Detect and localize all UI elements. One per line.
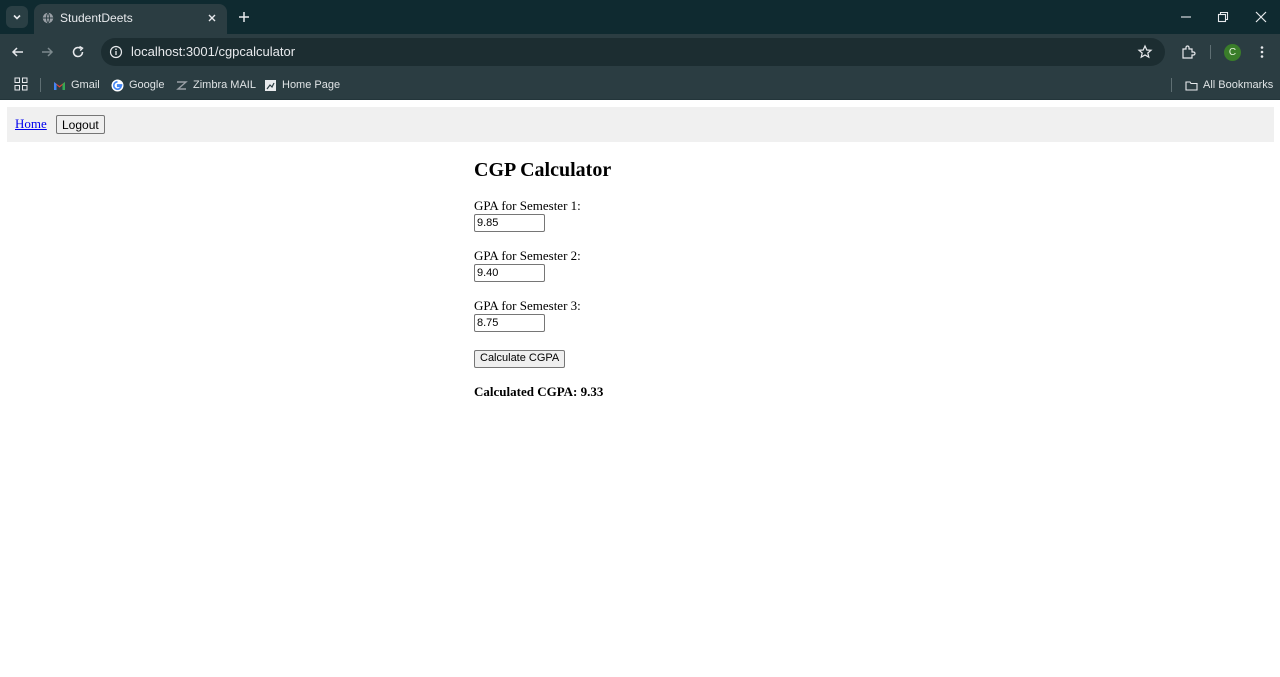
bookmark-label: Zimbra MAIL bbox=[193, 79, 256, 91]
home-link[interactable]: Home bbox=[15, 116, 47, 132]
semester-2-field: GPA for Semester 2: bbox=[474, 248, 874, 282]
extensions-puzzle-icon[interactable] bbox=[1180, 44, 1196, 60]
apps-grid-icon[interactable] bbox=[14, 77, 28, 91]
semester-3-gpa-input[interactable] bbox=[474, 314, 545, 332]
cgpa-calculator-form: CGP Calculator GPA for Semester 1: GPA f… bbox=[474, 158, 874, 399]
bookmark-label: Gmail bbox=[71, 79, 100, 91]
home-page-icon bbox=[265, 79, 276, 91]
globe-icon bbox=[42, 12, 54, 24]
tab-title: StudentDeets bbox=[60, 11, 133, 25]
window-close-icon[interactable] bbox=[1253, 9, 1269, 25]
bookmark-star-icon[interactable] bbox=[1137, 44, 1153, 60]
toolbar-separator bbox=[1210, 45, 1211, 59]
kebab-menu-icon[interactable] bbox=[1254, 44, 1270, 60]
browser-toolbar: localhost:3001/cgpcalculator C bbox=[0, 34, 1280, 70]
gmail-icon bbox=[54, 81, 65, 90]
new-tab-plus-icon[interactable] bbox=[236, 9, 252, 25]
google-icon bbox=[111, 79, 124, 91]
restore-icon[interactable] bbox=[1215, 9, 1231, 25]
address-bar[interactable]: localhost:3001/cgpcalculator bbox=[101, 38, 1165, 66]
page-title: CGP Calculator bbox=[474, 159, 612, 181]
semester-2-gpa-input[interactable] bbox=[474, 264, 545, 282]
semester-2-label: GPA for Semester 2: bbox=[474, 248, 581, 263]
bookmarks-separator bbox=[40, 78, 41, 92]
semester-3-field: GPA for Semester 3: bbox=[474, 298, 874, 332]
calculate-cgpa-button[interactable]: Calculate CGPA bbox=[474, 349, 566, 368]
bookmark-gmail[interactable]: Gmail bbox=[53, 76, 100, 94]
bookmark-home-page[interactable]: Home Page bbox=[264, 76, 340, 94]
cgpa-result: Calculated CGPA: 9.33 bbox=[474, 383, 604, 399]
forward-arrow-icon[interactable] bbox=[39, 44, 55, 60]
semester-1-label: GPA for Semester 1: bbox=[474, 198, 581, 213]
all-bookmarks-button[interactable]: All Bookmarks bbox=[1185, 76, 1273, 94]
tab-active[interactable]: StudentDeets bbox=[34, 4, 227, 34]
minimize-icon[interactable] bbox=[1178, 9, 1194, 25]
semester-1-gpa-input[interactable] bbox=[474, 214, 545, 232]
bookmark-label: Home Page bbox=[282, 79, 341, 91]
semester-3-label: GPA for Semester 3: bbox=[474, 298, 581, 313]
tab-search-button[interactable] bbox=[6, 6, 28, 28]
site-info-icon[interactable] bbox=[109, 45, 123, 59]
back-arrow-icon[interactable] bbox=[10, 44, 26, 60]
close-icon[interactable] bbox=[205, 11, 219, 25]
semester-1-field: GPA for Semester 1: bbox=[474, 198, 874, 232]
bookmark-label: Google bbox=[129, 79, 165, 91]
url-text: localhost:3001/cgpcalculator bbox=[131, 44, 296, 59]
bookmarks-bar: Gmail Google Zimbra MAIL Home Page All B… bbox=[0, 70, 1280, 100]
tab-strip: StudentDeets bbox=[0, 0, 1280, 34]
zimbra-icon bbox=[176, 80, 188, 90]
site-navbar: Home Logout bbox=[7, 107, 1274, 142]
all-bookmarks-label: All Bookmarks bbox=[1203, 79, 1274, 91]
folder-icon bbox=[1185, 80, 1198, 91]
bookmark-zimbra-mail[interactable]: Zimbra MAIL bbox=[175, 76, 256, 94]
bookmarks-separator bbox=[1171, 78, 1172, 92]
reload-icon[interactable] bbox=[70, 44, 86, 60]
logout-button[interactable]: Logout bbox=[56, 115, 105, 134]
profile-avatar[interactable]: C bbox=[1224, 44, 1241, 61]
chevron-down-icon bbox=[13, 14, 21, 20]
bookmark-google[interactable]: Google bbox=[111, 76, 164, 94]
